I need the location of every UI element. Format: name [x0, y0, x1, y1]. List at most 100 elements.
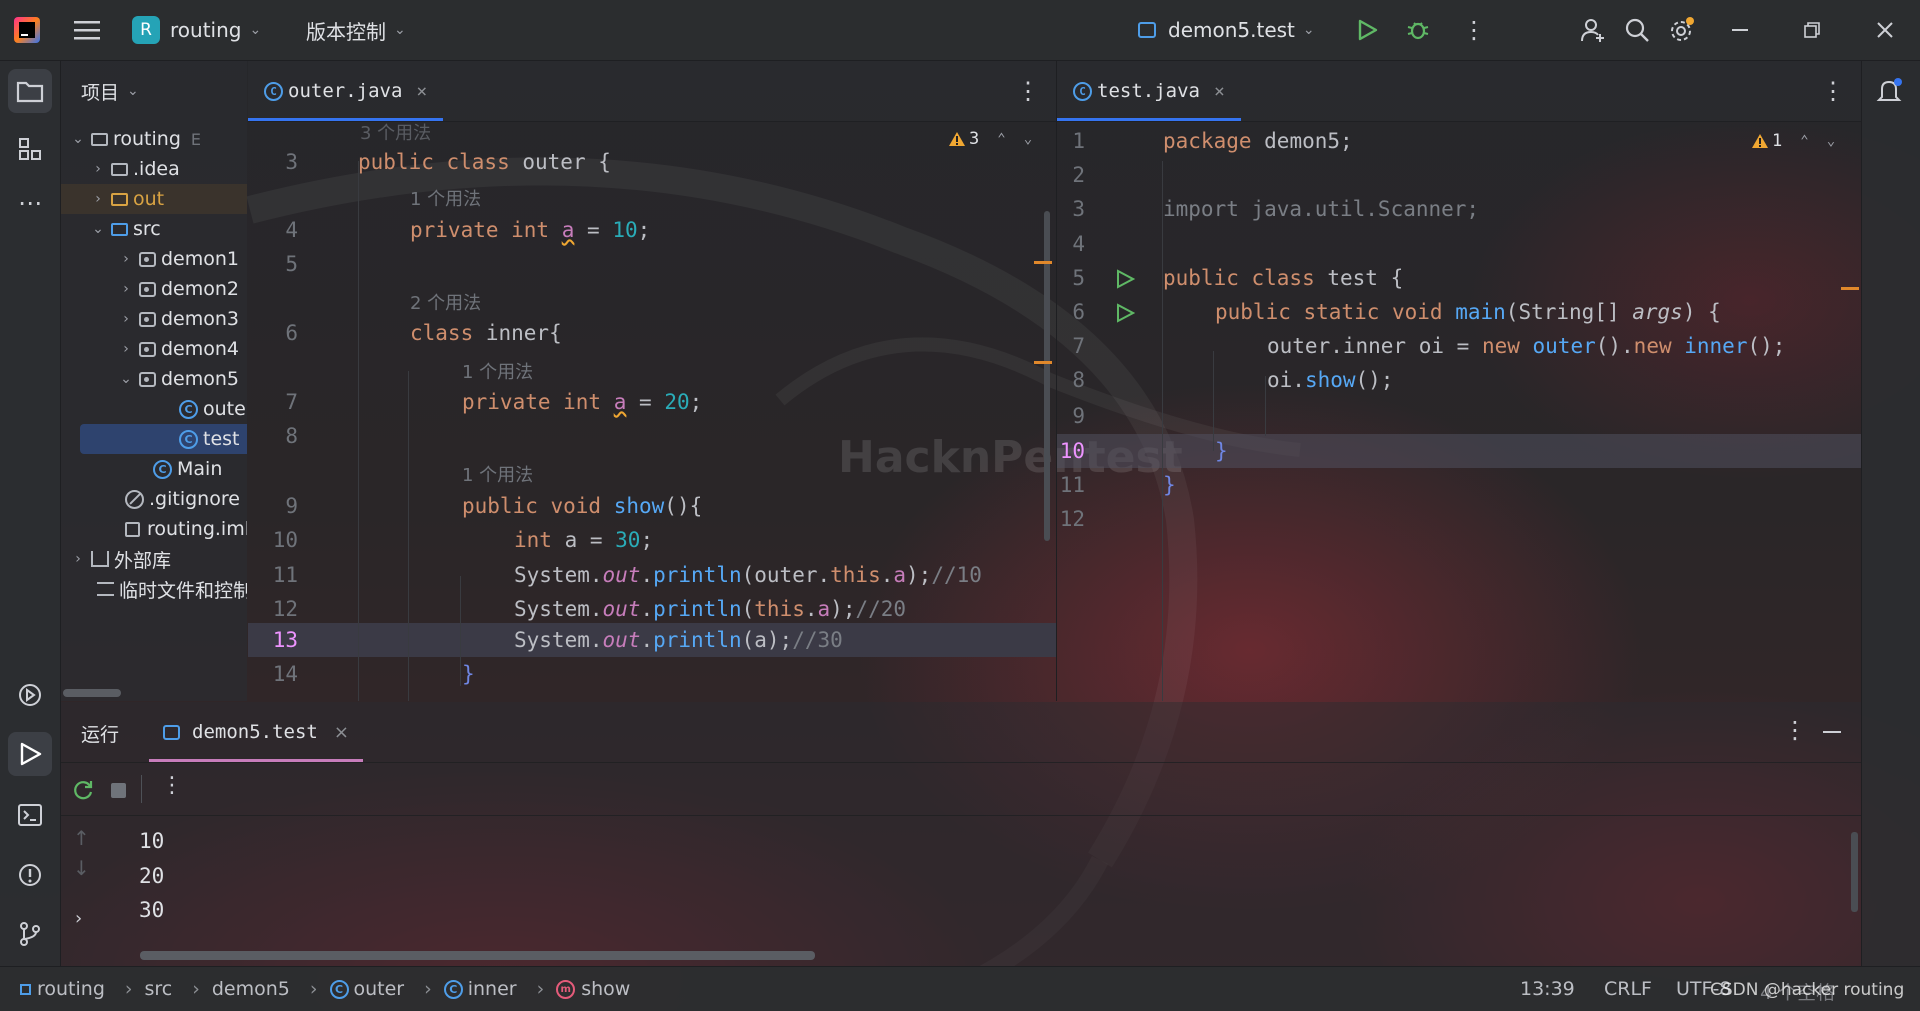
tree-item-demon3[interactable]: › demon3 — [61, 304, 247, 334]
inspection-widget[interactable]: 3 ⌃ ⌄ — [948, 129, 1032, 149]
console-output[interactable]: 10 20 30 — [139, 824, 164, 928]
tree-item-idea[interactable]: › .idea — [61, 154, 247, 184]
tab-outer-java[interactable]: C outer.java × — [248, 61, 444, 121]
tree-item-demon1[interactable]: › demon1 — [61, 244, 247, 274]
vertical-dots-icon[interactable]: ⋮ — [1016, 77, 1040, 105]
code-line-5[interactable]: 5 — [248, 247, 1056, 281]
project-tool-button[interactable] — [8, 69, 52, 113]
code-line-13[interactable]: 13 System.out.println(a);//30 — [248, 623, 1056, 657]
code-line-1[interactable]: 1 package demon5; — [1057, 124, 1861, 158]
services-tool-button[interactable] — [8, 673, 52, 717]
run-gutter-icon[interactable] — [1115, 303, 1135, 323]
tree-item-routing[interactable]: ⌄ routing E — [61, 124, 247, 154]
code-with-me-button[interactable] — [1580, 0, 1606, 60]
code-line-5[interactable]: 5 public class test { — [1057, 261, 1861, 295]
run-tool-button[interactable] — [8, 732, 52, 776]
tree-item-out[interactable]: › out — [61, 184, 247, 214]
warning-marker[interactable] — [1034, 361, 1052, 364]
editor-splitter[interactable] — [1056, 61, 1057, 701]
code-line-7[interactable]: 7 outer.inner oi = new outer().new inner… — [1057, 329, 1861, 363]
close-window-button[interactable] — [1876, 0, 1894, 60]
chevron-up-icon[interactable]: ⌃ — [997, 131, 1005, 147]
breadcrumb-package[interactable]: demon5 — [212, 978, 290, 1000]
tree-item-demon5[interactable]: ⌄ demon5 — [61, 364, 247, 394]
arrow-down-icon[interactable]: ↓ — [73, 856, 90, 880]
code-line-14[interactable]: 14 } — [248, 657, 1056, 691]
code-line-2[interactable]: 2 — [1057, 158, 1861, 192]
code-line-10[interactable]: 10 } — [1057, 434, 1861, 468]
chevron-down-icon[interactable]: ⌄ — [1827, 133, 1835, 149]
code-line-4[interactable]: 4 private int a = 10; — [248, 213, 1056, 247]
code-line-7[interactable]: 7 private int a = 20; — [248, 385, 1056, 419]
notifications-button[interactable] — [1868, 69, 1912, 113]
run-button[interactable] — [1356, 0, 1378, 60]
breadcrumb-class-outer[interactable]: Couter — [329, 978, 404, 1000]
more-tools-button[interactable]: ⋯ — [8, 181, 52, 225]
console-vertical-scrollbar[interactable] — [1851, 832, 1858, 912]
minimize-button[interactable] — [1732, 0, 1748, 60]
terminal-tool-button[interactable] — [8, 793, 52, 837]
code-line-10[interactable]: 10 int a = 30; — [248, 523, 1056, 557]
tree-item-main[interactable]: C Main — [61, 454, 247, 484]
run-config-selector[interactable]: demon5.test ⌄ — [1138, 0, 1315, 60]
console-horizontal-scrollbar[interactable] — [140, 951, 815, 960]
warning-marker[interactable] — [1034, 261, 1052, 264]
rerun-icon[interactable] — [71, 778, 95, 802]
stop-icon[interactable] — [111, 783, 126, 798]
arrow-up-icon[interactable]: ↑ — [73, 826, 90, 850]
breadcrumb-src[interactable]: src — [145, 978, 173, 1000]
debug-button[interactable] — [1406, 0, 1430, 60]
tree-item-scratches[interactable]: 临时文件和控制台 — [61, 574, 247, 604]
restore-button[interactable] — [1804, 0, 1820, 60]
project-panel-scrollbar[interactable] — [63, 689, 121, 697]
git-tool-button[interactable] — [8, 912, 52, 956]
code-line-4[interactable]: 4 — [1057, 227, 1861, 261]
vcs-menu[interactable]: 版本控制 ⌄ — [306, 0, 406, 60]
tree-item-external-libraries[interactable]: › 外部库 — [61, 544, 247, 574]
code-line-6[interactable]: 6 class inner{ — [248, 316, 1056, 350]
more-actions-button[interactable]: ⋮ — [1462, 0, 1486, 60]
vertical-dots-icon[interactable]: ⋮ — [161, 773, 183, 798]
line-separator[interactable]: CRLF — [1604, 978, 1652, 1000]
chevron-down-icon[interactable]: ⌄ — [1024, 131, 1032, 147]
close-icon[interactable]: × — [334, 722, 349, 743]
main-menu-button[interactable] — [74, 0, 100, 60]
code-line-9[interactable]: 9 public void show(){ — [248, 489, 1056, 523]
tree-item-test[interactable]: C test — [61, 424, 247, 454]
breadcrumb-project[interactable]: routing — [20, 978, 105, 1000]
code-line-8[interactable]: 8 oi.show(); — [1057, 363, 1861, 397]
tree-item-src[interactable]: ⌄ src — [61, 214, 247, 244]
run-tab-demon5-test[interactable]: demon5.test × — [149, 702, 363, 762]
close-icon[interactable]: × — [1214, 81, 1225, 102]
code-line-12[interactable]: 12 System.out.println(this.a);//20 — [248, 592, 1056, 626]
tree-item-outer[interactable]: C outer — [61, 394, 247, 424]
chevron-right-icon[interactable]: › — [75, 908, 82, 929]
code-line-8[interactable]: 8 — [248, 419, 1056, 453]
breadcrumb-method-show[interactable]: m show — [556, 978, 630, 1000]
structure-tool-button[interactable] — [8, 127, 52, 171]
code-line-3[interactable]: 3 import java.util.Scanner; — [1057, 192, 1861, 226]
vertical-dots-icon[interactable]: ⋮ — [1821, 77, 1845, 105]
tree-item-routing-iml[interactable]: routing.iml — [61, 514, 247, 544]
tree-item-demon4[interactable]: › demon4 — [61, 334, 247, 364]
code-line-9[interactable]: 9 — [1057, 399, 1861, 433]
caret-position[interactable]: 13:39 — [1520, 978, 1575, 1000]
tree-item-gitignore[interactable]: .gitignore — [61, 484, 247, 514]
warning-marker[interactable] — [1841, 287, 1859, 290]
project-panel-header[interactable]: 项目 ⌄ — [61, 61, 247, 121]
code-line-11[interactable]: 11 System.out.println(outer.this.a);//10 — [248, 558, 1056, 592]
search-button[interactable] — [1624, 0, 1650, 60]
minimize-icon[interactable] — [1823, 731, 1841, 733]
code-line-6[interactable]: 6 public static void main(String[] args)… — [1057, 295, 1861, 329]
code-line-12[interactable]: 12 — [1057, 502, 1861, 536]
problems-tool-button[interactable] — [8, 853, 52, 897]
code-line-3[interactable]: 3 public class outer { — [248, 145, 1056, 179]
code-line-11[interactable]: 11 } — [1057, 468, 1861, 502]
vertical-dots-icon[interactable]: ⋮ — [1783, 716, 1807, 744]
chevron-up-icon[interactable]: ⌃ — [1800, 133, 1808, 149]
project-switcher[interactable]: R routing ⌄ — [132, 0, 261, 60]
inspection-widget[interactable]: 1 ⌃ ⌄ — [1751, 131, 1835, 151]
breadcrumb-class-inner[interactable]: Cinner — [443, 978, 517, 1000]
tree-item-demon2[interactable]: › demon2 — [61, 274, 247, 304]
run-gutter-icon[interactable] — [1115, 269, 1135, 289]
